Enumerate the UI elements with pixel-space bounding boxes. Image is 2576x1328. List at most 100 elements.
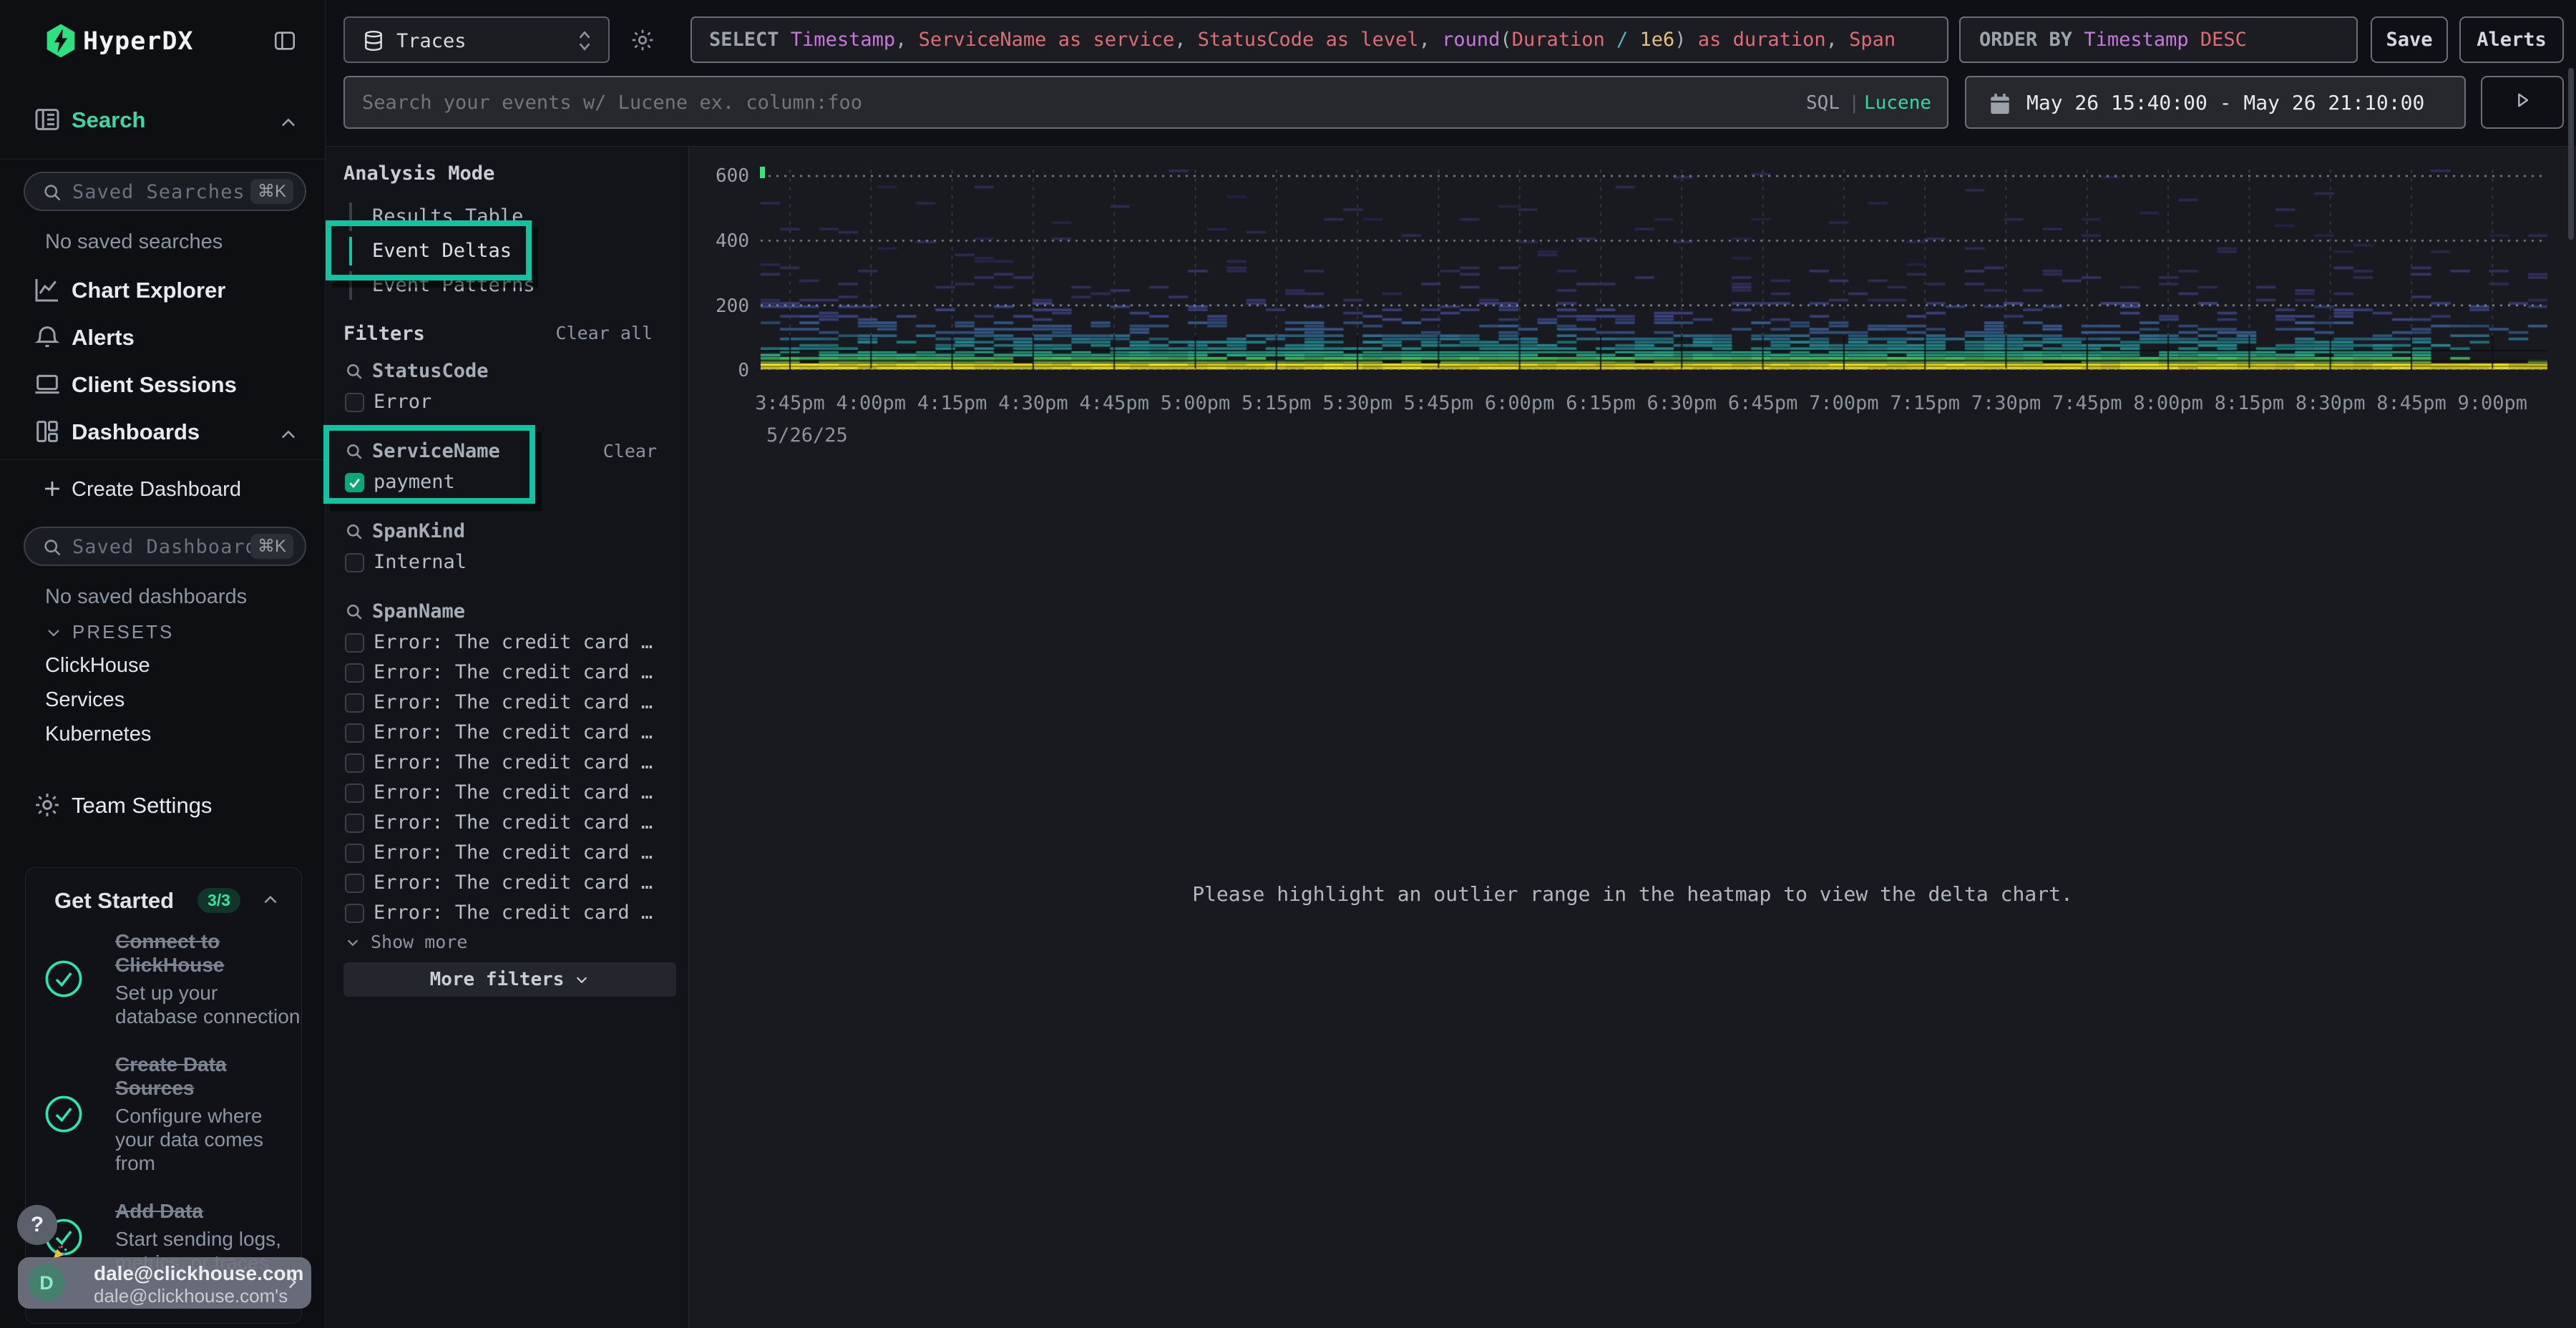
checkbox-unchecked[interactable]	[345, 814, 364, 833]
preset-link-services[interactable]: Services	[45, 688, 125, 712]
checkbox-unchecked[interactable]	[345, 663, 364, 683]
sql-token: ORDER BY	[1979, 29, 2084, 51]
sidebar-item-search[interactable]: Search	[0, 102, 326, 142]
query-toolbar: Traces SELECT Timestamp, ServiceName as …	[326, 0, 2576, 147]
filter-group-header: SpanKind	[343, 516, 673, 547]
filter-option[interactable]: Internal	[343, 547, 673, 577]
checkbox-unchecked[interactable]	[345, 723, 364, 743]
filter-option-label: Error: The credit card …	[374, 658, 653, 688]
analysis-mode-option-event-deltas[interactable]: Event Deltas	[343, 234, 673, 268]
active-indicator-rail	[349, 237, 352, 265]
get-started-progress-badge: 3/3	[197, 888, 240, 913]
alerts-button[interactable]: Alerts	[2459, 16, 2564, 63]
search-input[interactable]	[362, 82, 1722, 123]
order-by-input[interactable]: ORDER BY Timestamp DESC	[1959, 16, 2358, 63]
filter-option[interactable]: Error	[343, 387, 673, 417]
no-saved-dashboards-text: No saved dashboards	[45, 585, 247, 609]
get-started-item[interactable]: Connect to ClickHouseSet up your databas…	[26, 929, 302, 1028]
sidebar-item-chart-explorer[interactable]: Chart Explorer	[0, 272, 326, 312]
chevron-down-icon	[45, 624, 62, 641]
checkbox-unchecked[interactable]	[345, 693, 364, 713]
filter-option[interactable]: Error: The credit card …	[343, 778, 673, 808]
filter-group-statuscode: StatusCodeError	[343, 356, 673, 417]
x-axis-tick-label: 4:15pm	[917, 392, 987, 414]
filter-option[interactable]: Error: The credit card …	[343, 748, 673, 778]
clear-filter-link[interactable]: Clear	[603, 436, 657, 467]
filter-option[interactable]: Error: The credit card …	[343, 808, 673, 838]
x-axis-tick-label: 7:45pm	[2052, 392, 2122, 414]
gear-icon[interactable]	[630, 27, 655, 53]
sidebar-toggle-icon[interactable]	[272, 29, 298, 53]
sidebar-item-alerts[interactable]: Alerts	[0, 319, 326, 359]
filter-option[interactable]: Error: The credit card …	[343, 838, 673, 868]
x-axis-tick-label: 5:45pm	[1404, 392, 1474, 414]
checkbox-unchecked[interactable]	[345, 633, 364, 653]
user-menu[interactable]: D dale@clickhouse.com dale@clickhouse.co…	[18, 1257, 311, 1309]
save-button[interactable]: Save	[2371, 16, 2448, 63]
presets-toggle[interactable]: PRESETS	[45, 621, 174, 643]
preset-link-kubernetes[interactable]: Kubernetes	[45, 723, 151, 746]
sidebar-item-label: Dashboards	[72, 419, 200, 445]
more-filters-button[interactable]: More filters	[343, 962, 676, 997]
preset-link-clickhouse[interactable]: ClickHouse	[45, 654, 150, 678]
x-axis-tick-label: 6:00pm	[1485, 392, 1555, 414]
chevron-up-icon[interactable]	[278, 113, 298, 133]
duration-heatmap[interactable]	[761, 170, 2547, 370]
analysis-mode-option-results-table[interactable]: Results Table	[343, 200, 673, 234]
chevron-up-icon[interactable]	[278, 425, 298, 445]
get-started-title: Get Started	[54, 888, 174, 914]
sql-token: round	[1442, 29, 1500, 51]
filter-option[interactable]: Error: The credit card …	[343, 658, 673, 688]
filter-option[interactable]: Error: The credit card …	[343, 898, 673, 928]
time-range-picker[interactable]: May 26 15:40:00 - May 26 21:10:00	[1965, 76, 2466, 129]
main-panel: 6004002000 3:45pm4:00pm4:15pm4:30pm4:45p…	[689, 147, 2576, 1328]
help-button[interactable]: ?	[17, 1205, 57, 1245]
calendar-icon	[1988, 91, 2012, 117]
mode-sql-toggle[interactable]: SQL	[1806, 92, 1840, 114]
x-axis-tick-label: 8:45pm	[2376, 392, 2446, 414]
filter-group-spanname: SpanNameError: The credit card …Error: T…	[343, 596, 673, 957]
filter-option[interactable]: Error: The credit card …	[343, 688, 673, 718]
checkbox-unchecked[interactable]	[345, 874, 364, 893]
clear-all-link[interactable]: Clear all	[556, 323, 653, 343]
source-select[interactable]: Traces	[343, 16, 610, 63]
saved-dashboards-input[interactable]: Saved Dashboards ⌘K	[24, 527, 306, 566]
show-more-link[interactable]: Show more	[343, 928, 673, 957]
analysis-mode-options: Results TableEvent DeltasEvent Patterns	[343, 200, 673, 303]
get-started-item-title: Connect to ClickHouse	[115, 929, 302, 977]
filters-heading: Filters	[343, 323, 425, 345]
filter-option[interactable]: Error: The credit card …	[343, 718, 673, 748]
create-dashboard-button[interactable]: Create Dashboard	[0, 472, 326, 507]
get-started-item-title: Add Data	[115, 1199, 302, 1223]
mode-lucene-toggle[interactable]: Lucene	[1864, 92, 1931, 114]
analysis-mode-option-event-patterns[interactable]: Event Patterns	[343, 268, 673, 303]
saved-searches-input[interactable]: Saved Searches ⌘K	[24, 172, 306, 211]
sidebar-item-dashboards[interactable]: Dashboards	[0, 414, 326, 454]
checkbox-checked[interactable]	[345, 473, 364, 492]
filter-option-label: Error: The credit card …	[374, 838, 653, 868]
run-query-button[interactable]	[2481, 76, 2564, 129]
sql-token: Duration	[1512, 29, 1616, 51]
mode-divider: |	[1848, 92, 1860, 114]
filter-groups: StatusCodeErrorServiceNameClearpaymentSp…	[343, 356, 673, 975]
checkbox-unchecked[interactable]	[345, 553, 364, 572]
filter-option[interactable]: Error: The credit card …	[343, 628, 673, 658]
search-icon	[42, 537, 62, 557]
x-axis-tick-label: 6:15pm	[1566, 392, 1636, 414]
sql-select-input[interactable]: SELECT Timestamp, ServiceName as service…	[691, 16, 1948, 63]
scrollbar-thumb[interactable]	[2568, 68, 2574, 240]
get-started-item[interactable]: Create Data SourcesConfigure where your …	[26, 1053, 302, 1175]
checkbox-unchecked[interactable]	[345, 393, 364, 412]
sidebar-item-team-settings[interactable]: Team Settings	[0, 787, 326, 827]
filter-group-spankind: SpanKindInternal	[343, 516, 673, 577]
checkbox-unchecked[interactable]	[345, 753, 364, 773]
chevron-right-icon	[283, 1273, 301, 1292]
sidebar-item-client-sessions[interactable]: Client Sessions	[0, 366, 326, 406]
filter-option[interactable]: Error: The credit card …	[343, 868, 673, 898]
checkbox-unchecked[interactable]	[345, 783, 364, 803]
filter-option[interactable]: payment	[343, 467, 673, 497]
checkbox-unchecked[interactable]	[345, 904, 364, 923]
checkbox-unchecked[interactable]	[345, 844, 364, 863]
chevron-up-icon[interactable]	[261, 891, 280, 909]
analysis-mode-heading: Analysis Mode	[343, 162, 494, 185]
